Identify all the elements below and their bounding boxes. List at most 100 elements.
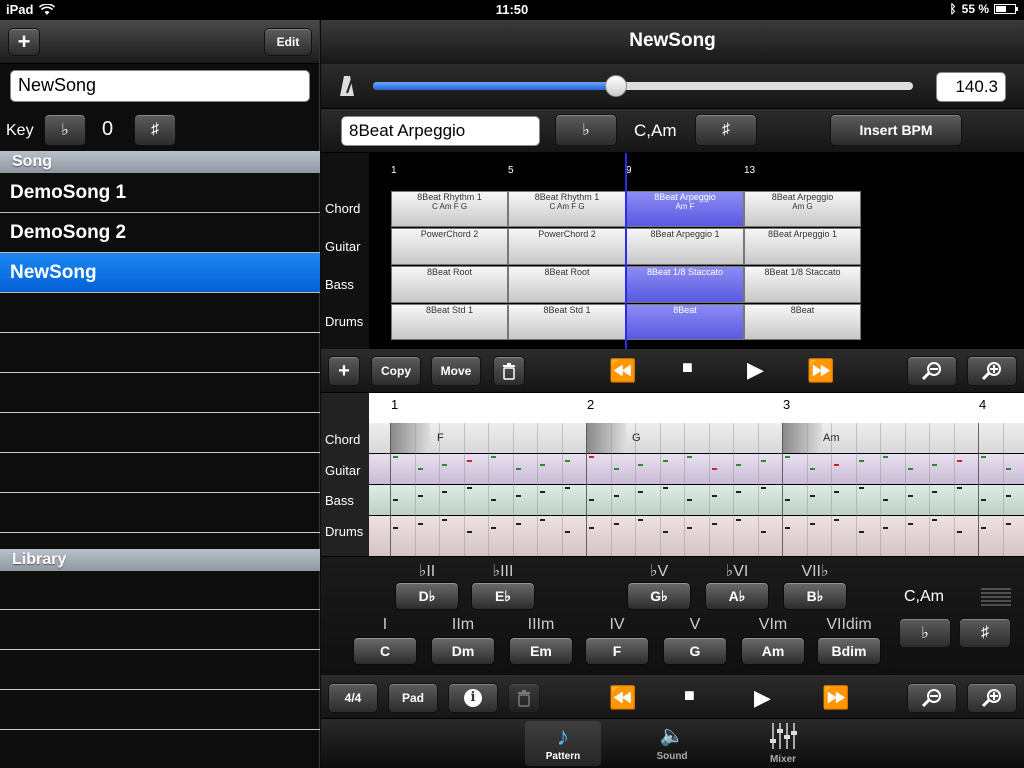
chord-pad-sharp-button[interactable]: ♯: [959, 618, 1011, 648]
rewind-icon[interactable]: ⏪: [609, 358, 636, 384]
note-mark[interactable]: [393, 456, 398, 458]
tempo-slider-knob[interactable]: [605, 75, 627, 97]
note-mark[interactable]: [883, 456, 888, 458]
note-mark[interactable]: [760, 531, 766, 533]
add-song-button[interactable]: +: [8, 28, 40, 56]
note-mark[interactable]: [834, 519, 839, 521]
note-mark[interactable]: [417, 468, 423, 470]
stop-icon[interactable]: ■: [682, 357, 693, 378]
chord-segment[interactable]: [390, 423, 430, 453]
bass-block-selected[interactable]: 8Beat 1/8 Staccato: [626, 266, 744, 303]
guitar-block[interactable]: PowerChord 2: [391, 228, 508, 265]
drums-block[interactable]: 8Beat: [744, 304, 861, 340]
play-icon[interactable]: ▶: [747, 357, 764, 383]
fast-forward-icon[interactable]: ⏩: [807, 358, 834, 384]
note-mark[interactable]: [981, 456, 986, 458]
add-block-button[interactable]: +: [328, 356, 360, 386]
tempo-field[interactable]: 140.3: [936, 72, 1006, 102]
guitar-lane[interactable]: [369, 454, 1024, 484]
pattern-detail-editor[interactable]: 1 2 3 4 Chord Guitar Bass Drums F G Am: [321, 393, 1024, 556]
note-mark[interactable]: [393, 527, 398, 529]
note-mark[interactable]: [981, 527, 986, 529]
note-mark[interactable]: [1005, 495, 1011, 497]
chord-lane[interactable]: [369, 423, 1024, 453]
note-mark[interactable]: [491, 499, 496, 501]
chord-button[interactable]: C: [353, 637, 417, 665]
note-mark[interactable]: [907, 523, 913, 525]
note-mark[interactable]: [393, 499, 398, 501]
note-mark[interactable]: [956, 487, 962, 489]
insert-bpm-button[interactable]: Insert BPM: [830, 114, 962, 146]
note-mark[interactable]: [564, 531, 570, 533]
bass-block[interactable]: 8Beat Root: [391, 266, 508, 303]
chord-button[interactable]: B♭: [783, 582, 847, 610]
note-mark[interactable]: [638, 464, 643, 466]
song-row[interactable]: DemoSong 1: [0, 173, 320, 213]
fast-forward-icon[interactable]: ⏩: [822, 685, 849, 711]
drums-block[interactable]: 8Beat Std 1: [508, 304, 626, 340]
pad-button[interactable]: Pad: [388, 683, 438, 713]
note-mark[interactable]: [809, 468, 815, 470]
chord-block[interactable]: 8Beat Rhythm 1C Am F G: [508, 191, 626, 227]
bass-block[interactable]: 8Beat Root: [508, 266, 626, 303]
note-mark[interactable]: [711, 495, 717, 497]
note-mark[interactable]: [515, 523, 521, 525]
note-mark[interactable]: [540, 491, 545, 493]
note-mark[interactable]: [687, 456, 692, 458]
chord-block-selected[interactable]: 8Beat Arpeggio Am F: [626, 191, 744, 227]
info-button[interactable]: i: [448, 683, 498, 713]
note-mark[interactable]: [932, 519, 937, 521]
arrangement-view[interactable]: Chord Guitar Bass Drums 1 5 9 13 8Beat R…: [321, 153, 1024, 349]
note-mark[interactable]: [515, 495, 521, 497]
note-mark[interactable]: [932, 491, 937, 493]
metronome-icon[interactable]: [339, 75, 355, 97]
note-mark[interactable]: [613, 468, 619, 470]
chord-button[interactable]: Dm: [431, 637, 495, 665]
chord-button[interactable]: G♭: [627, 582, 691, 610]
zoom-out-button[interactable]: [907, 683, 957, 713]
chord-button[interactable]: Am: [741, 637, 805, 665]
note-mark[interactable]: [417, 495, 423, 497]
zoom-out-button[interactable]: [907, 356, 957, 386]
note-mark[interactable]: [442, 464, 447, 466]
note-mark[interactable]: [638, 519, 643, 521]
tempo-slider[interactable]: [373, 75, 913, 97]
note-mark[interactable]: [662, 487, 668, 489]
note-mark[interactable]: [858, 460, 864, 462]
note-mark[interactable]: [834, 464, 839, 466]
tab-sound[interactable]: 🔈 Sound: [634, 721, 710, 766]
chord-button[interactable]: D♭: [395, 582, 459, 610]
chord-block[interactable]: 8Beat Arpeggio Am G: [744, 191, 861, 227]
note-mark[interactable]: [662, 460, 668, 462]
chord-button[interactable]: G: [663, 637, 727, 665]
edit-button[interactable]: Edit: [264, 28, 312, 56]
play-icon[interactable]: ▶: [754, 685, 771, 711]
drums-block-selected[interactable]: 8Beat: [626, 304, 744, 340]
note-mark[interactable]: [883, 499, 888, 501]
note-mark[interactable]: [466, 487, 472, 489]
copy-button[interactable]: Copy: [371, 356, 421, 386]
chord-button[interactable]: E♭: [471, 582, 535, 610]
key-flat-button[interactable]: ♭: [44, 114, 86, 146]
note-mark[interactable]: [589, 456, 594, 458]
song-row[interactable]: DemoSong 2: [0, 213, 320, 253]
note-mark[interactable]: [613, 523, 619, 525]
chord-button[interactable]: A♭: [705, 582, 769, 610]
guitar-block[interactable]: 8Beat Arpeggio 1: [744, 228, 861, 265]
note-mark[interactable]: [809, 523, 815, 525]
note-mark[interactable]: [491, 456, 496, 458]
note-mark[interactable]: [711, 468, 717, 470]
note-mark[interactable]: [540, 519, 545, 521]
drums-block[interactable]: 8Beat Std 1: [391, 304, 508, 340]
note-mark[interactable]: [589, 527, 594, 529]
guitar-block[interactable]: 8Beat Arpeggio 1: [626, 228, 744, 265]
note-mark[interactable]: [736, 491, 741, 493]
chord-button[interactable]: Bdim: [817, 637, 881, 665]
time-signature-button[interactable]: 4/4: [328, 683, 378, 713]
note-mark[interactable]: [442, 491, 447, 493]
note-mark[interactable]: [981, 499, 986, 501]
note-mark[interactable]: [785, 456, 790, 458]
move-button[interactable]: Move: [431, 356, 481, 386]
note-mark[interactable]: [785, 499, 790, 501]
note-mark[interactable]: [638, 491, 643, 493]
